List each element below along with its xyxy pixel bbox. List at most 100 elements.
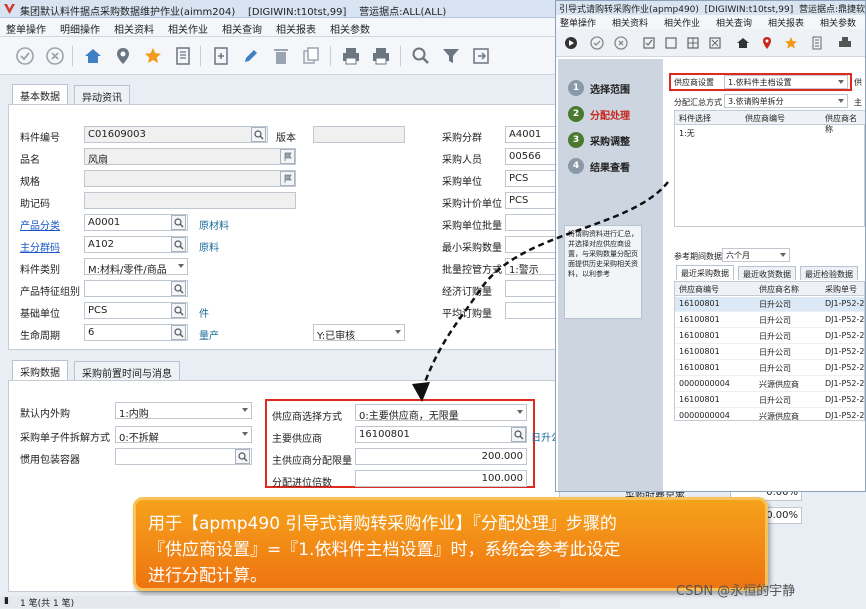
step-allocation[interactable]: 2 分配处理 xyxy=(568,105,630,123)
cancel-icon[interactable] xyxy=(42,44,68,68)
grid-cell: DJ1-P52-2 xyxy=(825,331,865,340)
popup-menu-item[interactable]: 相关作业 xyxy=(664,16,700,29)
deselect-icon[interactable] xyxy=(662,34,680,52)
close-icon[interactable] xyxy=(706,34,724,52)
product-category-link[interactable]: 产品分类 xyxy=(20,217,60,232)
pack-lookup-icon[interactable] xyxy=(235,449,250,464)
cancel-icon[interactable] xyxy=(612,34,630,52)
main-group-link[interactable]: 主分群码 xyxy=(20,239,60,254)
popup-alloc-select[interactable]: 3.依请购单拆分 xyxy=(724,94,848,108)
grid-cell: 日升公司 xyxy=(759,348,791,357)
home-icon[interactable] xyxy=(734,34,752,52)
name-flag-icon[interactable] xyxy=(280,149,295,164)
menu-item[interactable]: 相关作业 xyxy=(168,21,208,36)
menu-item[interactable]: 相关资料 xyxy=(114,21,154,36)
version-field[interactable] xyxy=(313,126,405,143)
grid-cell: 0000000004 xyxy=(679,411,730,420)
print-icon[interactable] xyxy=(338,44,364,68)
pack-field[interactable] xyxy=(115,448,252,465)
table-row[interactable]: 16100801 日升公司 DJ1-P52-2 xyxy=(675,329,865,344)
alloc-multiple-field[interactable]: 100.000 xyxy=(355,470,527,487)
popup-menu-item[interactable]: 相关参数 xyxy=(820,16,856,29)
print-icon[interactable] xyxy=(836,34,854,52)
main-supplier-label: 主要供应商 xyxy=(272,434,322,445)
life-lookup-icon[interactable] xyxy=(171,325,186,340)
part-no-lookup-icon[interactable] xyxy=(251,127,266,142)
supplier-lookup-icon[interactable] xyxy=(511,427,526,442)
copy-icon[interactable] xyxy=(298,44,324,68)
grid-cell: DJ1-P52-2 xyxy=(825,411,865,420)
step-select-range[interactable]: 1 选择范围 xyxy=(568,79,630,97)
print-setup-icon[interactable] xyxy=(368,44,394,68)
popup-supplier-select[interactable]: 1.依料件主档设置 xyxy=(724,75,848,89)
list-icon[interactable] xyxy=(170,44,196,68)
feature-lookup-icon[interactable] xyxy=(171,281,186,296)
mnemonic-field[interactable] xyxy=(84,192,296,209)
table-row[interactable]: 0000000004 兴源供应商 DJ1-P52-2 xyxy=(675,377,864,392)
location-icon[interactable] xyxy=(758,34,776,52)
table-row[interactable]: 16100801 日升公司 DJ1-P52-2 xyxy=(675,345,864,360)
popup-menu-item[interactable]: 相关资料 xyxy=(612,16,648,29)
group-lookup-icon[interactable] xyxy=(171,237,186,252)
popup-menu-item[interactable]: 相关报表 xyxy=(768,16,804,29)
search-icon[interactable] xyxy=(408,44,434,68)
menu-item[interactable]: 相关报表 xyxy=(276,21,316,36)
delete-icon[interactable] xyxy=(268,44,294,68)
home-icon[interactable] xyxy=(80,44,106,68)
check-icon[interactable] xyxy=(588,34,606,52)
list-icon[interactable] xyxy=(808,34,826,52)
tab-recent-receipt[interactable]: 最近收货数据 xyxy=(738,266,796,280)
grid-cell: DJ1-P52-2 xyxy=(825,315,865,324)
tab-recent-purchase[interactable]: 最近采购数据 xyxy=(676,265,734,280)
life-desc: 量产 xyxy=(199,331,219,342)
menu-item[interactable]: 整单操作 xyxy=(6,21,46,36)
grid-cell: 16100801 xyxy=(679,331,720,340)
favorite-icon[interactable] xyxy=(140,44,166,68)
table-row[interactable]: 16100801 日升公司 DJ1-P52-2 xyxy=(675,393,865,408)
table-row[interactable]: 16100801 日升公司 DJ1-P52-2 xyxy=(675,313,865,328)
grid-cell: DJ1-P52-2 xyxy=(825,395,865,404)
step-purchase-adjust[interactable]: 3 采购调整 xyxy=(568,131,630,149)
popup-menu-item[interactable]: 相关查询 xyxy=(716,16,752,29)
add-icon[interactable] xyxy=(208,44,234,68)
status-select[interactable]: Y:已审核 xyxy=(313,324,405,341)
grid-cell[interactable]: 1:无 xyxy=(679,128,695,139)
location-icon[interactable] xyxy=(110,44,136,68)
tab-basic-data[interactable]: 基本数据 xyxy=(12,84,68,104)
select-all-icon[interactable] xyxy=(640,34,658,52)
menu-item[interactable]: 明细操作 xyxy=(60,21,100,36)
split-label: 采购单子件拆解方式 xyxy=(20,433,110,444)
run-icon[interactable] xyxy=(562,34,580,52)
favorite-icon[interactable] xyxy=(782,34,800,52)
table-row[interactable]: 16100801 日升公司 DJ1-P52-2 xyxy=(675,297,864,312)
spec-field[interactable] xyxy=(84,170,296,187)
part-type-select[interactable]: M:材料/零件/商品 xyxy=(84,258,188,275)
category-lookup-icon[interactable] xyxy=(171,215,186,230)
main-supplier-field[interactable]: 16100801 xyxy=(355,426,527,443)
name-field[interactable]: 风扇 xyxy=(84,148,296,165)
grid-icon[interactable] xyxy=(684,34,702,52)
spec-flag-icon[interactable] xyxy=(280,171,295,186)
split-select[interactable]: 0:不拆解 xyxy=(115,426,252,443)
check-icon[interactable] xyxy=(12,44,38,68)
period-select[interactable]: 六个月 xyxy=(722,248,790,262)
popup-menu-item[interactable]: 整单操作 xyxy=(560,16,596,29)
menu-item[interactable]: 相关参数 xyxy=(330,21,370,36)
window-title: 集团默认料件据点采购数据维护作业(aimm204) [DIGIWIN:t10ts… xyxy=(20,7,447,18)
tab-recent-inspection[interactable]: 最近检验数据 xyxy=(800,266,858,280)
export-icon[interactable] xyxy=(468,44,494,68)
table-row[interactable]: 16100801 日升公司 DJ1-P52-2 xyxy=(675,361,864,376)
table-row[interactable]: 0000000004 兴源供应商 DJ1-P52-2 xyxy=(675,409,865,420)
inout-select[interactable]: 1:内购 xyxy=(115,402,252,419)
tab-change-info[interactable]: 异动资讯 xyxy=(74,85,130,104)
part-no-field[interactable]: C01609003 xyxy=(84,126,268,143)
unit-lookup-icon[interactable] xyxy=(171,303,186,318)
edit-icon[interactable] xyxy=(238,44,264,68)
alloc-limit-field[interactable]: 200.000 xyxy=(355,448,527,465)
tab-purchase-data[interactable]: 采购数据 xyxy=(12,360,68,380)
tab-purchase-leadtime[interactable]: 采购前置时间与消息 xyxy=(74,361,180,380)
grid-cell: 日升公司 xyxy=(759,332,791,341)
filter-icon[interactable] xyxy=(438,44,464,68)
menu-item[interactable]: 相关查询 xyxy=(222,21,262,36)
grid-header: 采购单号 xyxy=(825,285,857,294)
